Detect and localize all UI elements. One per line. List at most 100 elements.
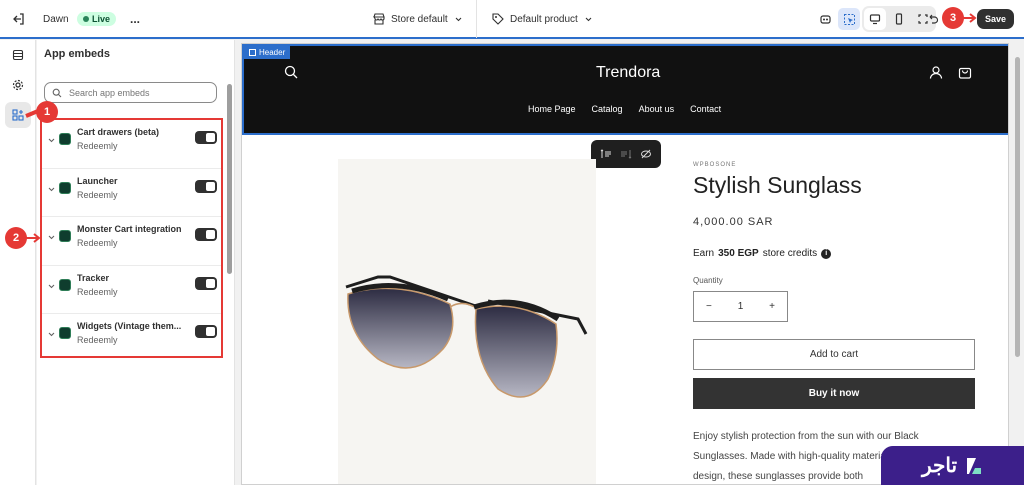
select-pointer-icon [838, 8, 860, 30]
chevron-down-icon[interactable] [47, 233, 56, 242]
section-floating-toolbar [591, 140, 661, 168]
tajer-logo-icon [967, 457, 982, 474]
undo-button[interactable] [927, 0, 939, 38]
embed-toggle[interactable] [195, 325, 217, 338]
embed-app-name: Redeemly [77, 189, 118, 200]
tag-icon [492, 13, 504, 25]
chevron-down-icon[interactable] [47, 330, 56, 339]
annotation-badge-2: 2 [5, 227, 27, 249]
embed-toggle[interactable] [195, 179, 217, 193]
panel-title: App embeds [44, 48, 111, 60]
preview-scrollbar[interactable] [1013, 43, 1023, 485]
account-icon[interactable] [929, 65, 943, 79]
tajer-watermark-logo: تاجر [881, 446, 1024, 485]
nav-link-home[interactable]: Home Page [528, 104, 576, 114]
product-price: 4,000.00 SAR [693, 216, 774, 228]
cart-icon[interactable] [958, 65, 972, 79]
product-vendor: WPBOSONE [693, 162, 737, 168]
minus-icon[interactable]: − [706, 301, 712, 312]
desktop-icon [869, 14, 881, 25]
panel-scrollbar[interactable] [227, 84, 232, 274]
info-icon[interactable]: i [821, 248, 832, 259]
undo-icon [929, 14, 939, 24]
top-bar: Dawn Live ... Store default Default prod… [0, 0, 1024, 39]
header-section-tag: Header [244, 46, 291, 59]
store-select[interactable]: Store default [373, 0, 463, 38]
move-down-icon[interactable] [620, 149, 632, 159]
chevron-down-icon[interactable] [47, 282, 56, 291]
exit-button[interactable] [8, 0, 30, 38]
move-up-icon[interactable] [600, 149, 612, 159]
redeemly-app-icon [59, 230, 71, 242]
sunglasses-image [345, 275, 588, 398]
customer-view-button[interactable] [814, 0, 836, 38]
store-preview: Header Trendora Home Page Catalog About … [241, 43, 1009, 485]
embed-app-name: Redeemly [77, 141, 118, 151]
plus-icon[interactable]: + [769, 301, 775, 312]
embed-toggle[interactable] [195, 276, 217, 290]
embed-name: Tracker [77, 272, 110, 283]
template-select[interactable]: Default product [492, 0, 593, 38]
store-icon [373, 13, 385, 25]
nav-link-about[interactable]: About us [639, 104, 675, 114]
chevron-down-icon [585, 17, 592, 21]
search-icon [52, 88, 62, 97]
annotation-badge-3: 3 [942, 7, 964, 29]
search-icon[interactable] [284, 65, 298, 79]
store-header-section[interactable]: Header Trendora Home Page Catalog About … [242, 44, 1008, 135]
embed-name: Widgets (Vintage them... [77, 321, 182, 331]
redeemly-app-icon [59, 133, 71, 145]
exit-icon [8, 8, 30, 30]
buy-it-now-button[interactable]: Buy it now [693, 378, 975, 409]
search-box[interactable] [44, 82, 217, 103]
theme-settings-button[interactable] [7, 74, 29, 96]
chevron-down-icon[interactable] [47, 136, 56, 145]
chevron-down-icon [455, 17, 462, 21]
product-title: Stylish Sunglass [693, 172, 862, 198]
add-to-cart-button[interactable]: Add to cart [693, 339, 975, 370]
nav-link-contact[interactable]: Contact [690, 104, 721, 114]
store-logo[interactable]: Trendora [596, 64, 660, 82]
redeemly-app-icon [59, 278, 71, 291]
app-embeds-list: Cart drawers (beta) Redeemly Launcher Re… [40, 118, 223, 358]
sections-icon [12, 49, 24, 61]
annotation-arrow [26, 233, 41, 243]
eye-icon [814, 8, 836, 30]
chevron-down-icon[interactable] [47, 185, 56, 194]
store-select-label: Store default [391, 13, 448, 25]
credits-amount: 350 EGP [718, 248, 759, 259]
section-icon [249, 49, 256, 56]
sections-button[interactable] [7, 44, 29, 66]
desktop-view-button[interactable] [864, 8, 886, 30]
embed-name: Cart drawers (beta) [77, 127, 160, 137]
app-embed-item[interactable]: Monster Cart integration Redeemly [42, 217, 221, 266]
inspector-button[interactable] [838, 0, 860, 38]
nav-link-catalog[interactable]: Catalog [592, 104, 623, 114]
embed-name: Launcher [77, 175, 118, 186]
annotation-arrow [962, 13, 977, 23]
quantity-stepper: − 1 + [693, 291, 788, 322]
app-embed-item[interactable]: Cart drawers (beta) Redeemly [42, 120, 221, 169]
annotation-arrow [25, 109, 39, 118]
embed-name: Monster Cart integration [77, 224, 182, 234]
app-embeds-panel: App embeds Cart drawers (beta) Redeemly … [37, 40, 235, 485]
save-button[interactable]: Save [977, 9, 1015, 29]
live-badge: Live [77, 12, 117, 26]
embed-app-name: Redeemly [77, 335, 118, 345]
search-input[interactable] [69, 87, 209, 98]
embed-app-name: Redeemly [77, 238, 118, 248]
redeemly-app-icon [59, 327, 71, 339]
app-embed-item[interactable]: Tracker Redeemly [42, 266, 221, 314]
app-embed-item[interactable]: Widgets (Vintage them... Redeemly [42, 314, 221, 363]
embed-toggle[interactable] [195, 131, 217, 144]
product-image[interactable] [338, 159, 596, 484]
embed-toggle[interactable] [195, 228, 217, 241]
quantity-input[interactable]: 1 [738, 301, 744, 312]
embed-app-name: Redeemly [77, 286, 118, 297]
watermark-text: تاجر [921, 455, 958, 477]
hide-icon[interactable] [640, 149, 652, 159]
app-embed-item[interactable]: Launcher Redeemly [42, 169, 221, 217]
more-menu-button[interactable]: ... [130, 0, 140, 38]
mobile-view-button[interactable] [888, 8, 910, 30]
live-dot-icon [83, 16, 89, 22]
